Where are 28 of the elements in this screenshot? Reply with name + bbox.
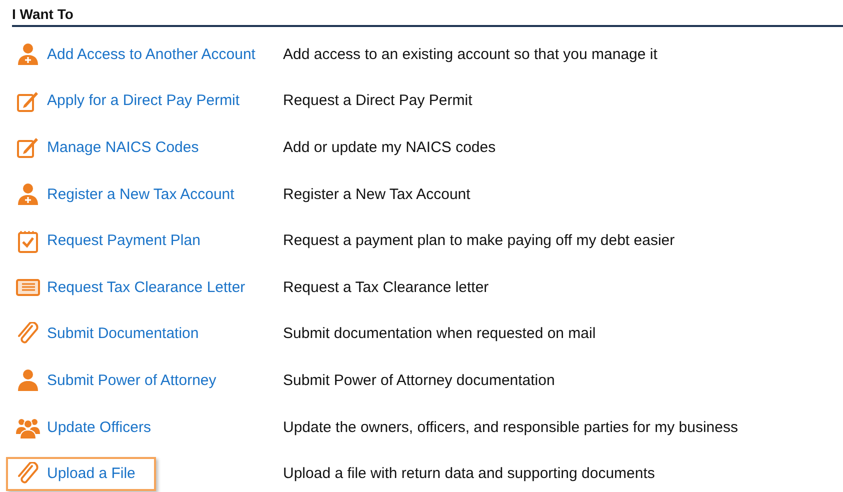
action-link[interactable]: Apply for a Direct Pay Permit (6, 84, 268, 118)
person-plus-icon (16, 182, 40, 206)
action-description: Update the owners, officers, and responsible parties for my business (283, 418, 738, 436)
action-link[interactable]: Submit Power of Attorney (6, 363, 268, 398)
person-plus-icon (16, 42, 40, 66)
action-link[interactable]: Upload a File (6, 456, 156, 491)
action-description: Request a payment plan to make paying off my debt easier (283, 232, 675, 250)
action-description: Submit Power of Attorney documentation (283, 372, 555, 389)
section-heading: I Want To (12, 6, 843, 27)
action-link[interactable]: Submit Documentation (6, 316, 268, 351)
person-icon (16, 368, 40, 392)
calendar-check-icon (16, 228, 40, 253)
action-link[interactable]: Request Payment Plan (6, 224, 268, 258)
action-description: Submit documentation when requested on mail (283, 325, 596, 342)
action-description: Request a Tax Clearance letter (283, 278, 489, 296)
paperclip-icon (16, 322, 40, 346)
edit-icon (16, 135, 40, 160)
action-link[interactable]: Manage NAICS Codes (6, 130, 268, 164)
action-description: Upload a file with return data and supporting documents (283, 465, 655, 482)
action-link[interactable]: Request Tax Clearance Letter (6, 270, 268, 304)
action-description: Register a New Tax Account (283, 186, 470, 203)
action-description: Add access to an existing account so that you manage it (283, 46, 658, 63)
action-description: Add or update my NAICS codes (283, 138, 496, 156)
action-description: Request a Direct Pay Permit (283, 92, 472, 110)
paperclip-icon (16, 462, 40, 486)
action-link[interactable]: Update Officers (6, 410, 268, 444)
action-link[interactable]: Register a New Tax Account (6, 177, 268, 212)
action-link[interactable]: Add Access to Another Account (6, 37, 268, 72)
